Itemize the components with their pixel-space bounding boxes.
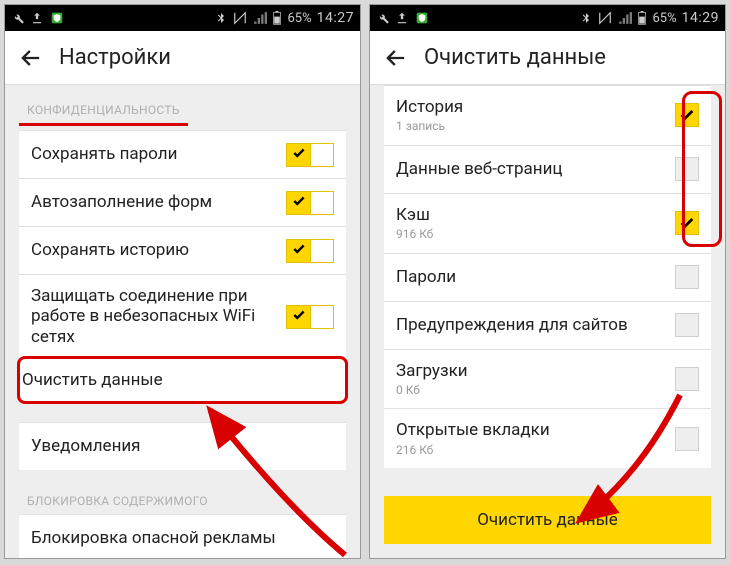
toggle[interactable] (286, 143, 334, 167)
toggle[interactable] (286, 305, 334, 329)
toggle[interactable] (286, 191, 334, 215)
status-bar: 65% 14:29 (370, 5, 725, 31)
checkbox[interactable] (675, 265, 699, 289)
shield-icon (414, 10, 430, 26)
upload-icon (395, 11, 409, 25)
battery-icon (272, 11, 282, 25)
app-bar: Настройки (5, 31, 360, 85)
nfc-icon (232, 11, 248, 25)
upload-icon (30, 11, 44, 25)
item-history[interactable]: История 1 запись (384, 85, 711, 145)
clock: 14:29 (682, 10, 719, 26)
bluetooth-icon (580, 11, 592, 25)
annotation-highlight-box (682, 91, 722, 247)
item-webdata[interactable]: Данные веб-страниц (384, 145, 711, 193)
section-header-block: БЛОКИРОВКА СОДЕРЖИМОГО (19, 490, 346, 514)
section-header-privacy: КОНФИДЕНЦИАЛЬНОСТЬ (19, 99, 346, 130)
content-area: История 1 запись Данные веб-страниц Кэш … (370, 85, 725, 482)
toggle[interactable] (286, 239, 334, 263)
phone-right: 65% 14:29 Очистить данные История 1 запи… (369, 4, 726, 559)
app-bar: Очистить данные (370, 31, 725, 85)
item-passwords[interactable]: Пароли (384, 253, 711, 301)
nfc-icon (597, 11, 613, 25)
setting-block-ads[interactable]: Блокировка опасной рекламы (19, 514, 346, 558)
clock: 14:27 (317, 10, 354, 26)
battery-icon (637, 11, 647, 25)
checkbox[interactable] (675, 427, 699, 451)
back-arrow-icon[interactable] (382, 44, 410, 72)
item-tabs[interactable]: Открытые вкладки 216 Кб (384, 408, 711, 468)
setting-save-history[interactable]: Сохранять историю (19, 226, 346, 274)
setting-save-passwords[interactable]: Сохранять пароли (19, 130, 346, 178)
status-bar: 65% 14:27 (5, 5, 360, 31)
battery-percent: 65% (652, 11, 676, 26)
item-warnings[interactable]: Предупреждения для сайтов (384, 301, 711, 349)
clear-data-button[interactable]: Очистить данные (384, 496, 711, 544)
signal-icon (253, 11, 267, 25)
page-title: Очистить данные (424, 45, 606, 70)
wrench-icon (376, 11, 390, 25)
setting-autofill[interactable]: Автозаполнение форм (19, 178, 346, 226)
back-arrow-icon[interactable] (17, 44, 45, 72)
signal-icon (618, 11, 632, 25)
checkbox[interactable] (675, 367, 699, 391)
content-area: КОНФИДЕНЦИАЛЬНОСТЬ Сохранять пароли Авто… (5, 85, 360, 558)
phone-left: 65% 14:27 Настройки КОНФИДЕНЦИАЛЬНОСТЬ С… (4, 4, 361, 559)
battery-percent: 65% (287, 11, 311, 26)
wrench-icon (11, 11, 25, 25)
page-title: Настройки (59, 45, 171, 70)
setting-clear-data[interactable]: Очистить данные (17, 356, 348, 404)
item-cache[interactable]: Кэш 916 Кб (384, 193, 711, 253)
setting-protect-wifi[interactable]: Защищать соединение при работе в небезоп… (19, 274, 346, 358)
shield-icon (49, 10, 65, 26)
setting-notifications[interactable]: Уведомления (19, 422, 346, 470)
item-downloads[interactable]: Загрузки 0 Кб (384, 349, 711, 409)
bluetooth-icon (215, 11, 227, 25)
checkbox[interactable] (675, 313, 699, 337)
